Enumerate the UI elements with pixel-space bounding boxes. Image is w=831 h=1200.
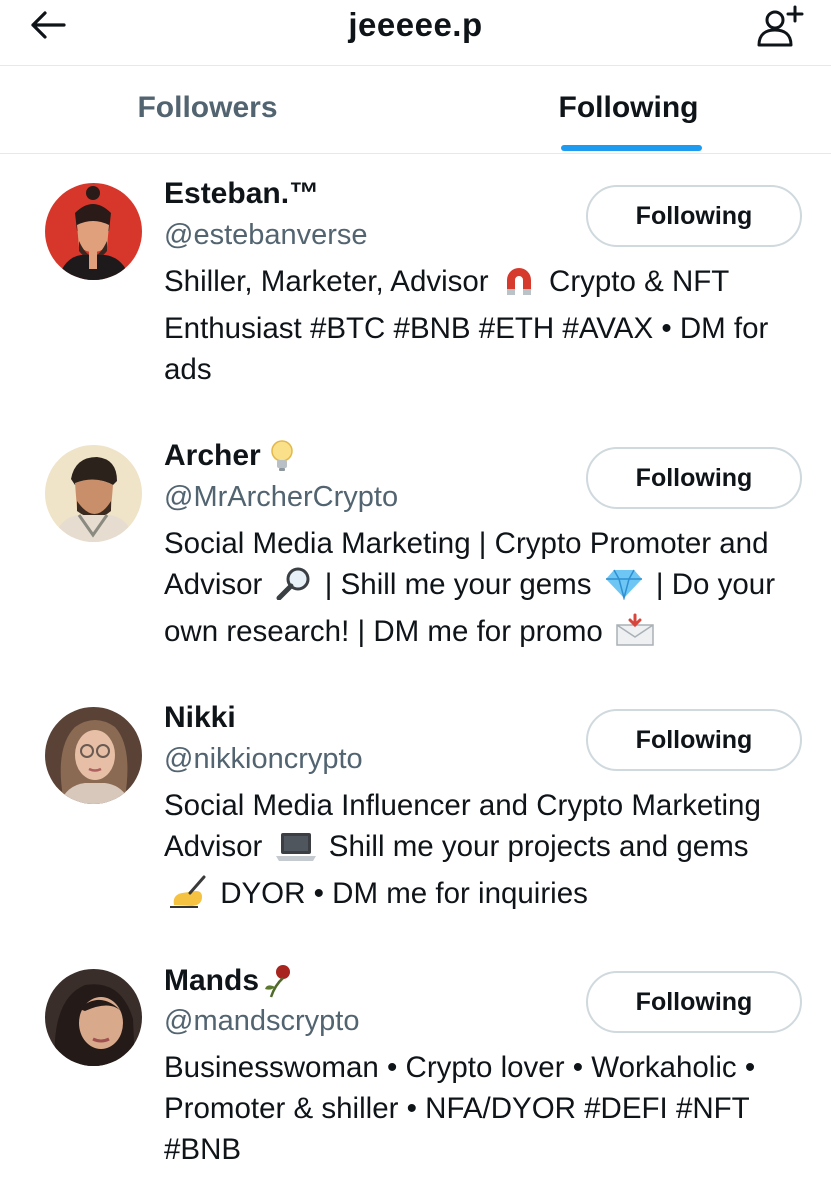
add-user-icon <box>757 5 804 47</box>
envelope-icon <box>615 613 655 658</box>
user-bio: Businesswoman • Crypto lover • Workaholi… <box>164 1047 804 1170</box>
tab-following[interactable]: Following <box>421 66 831 153</box>
user-name: Archer <box>164 439 261 472</box>
bio-text: Shiller, Marketer, Advisor <box>164 265 497 298</box>
avatar[interactable] <box>45 707 142 804</box>
user-name-row: Archer <box>164 439 295 473</box>
tab-following-label: Following <box>558 90 699 124</box>
laptop-icon <box>275 830 317 873</box>
avatar[interactable] <box>45 445 142 542</box>
following-button[interactable]: Following <box>586 971 802 1033</box>
user-handle[interactable]: @estebanverse <box>164 219 368 252</box>
user-name: Esteban.™ <box>164 177 320 210</box>
wilted-rose-icon <box>261 963 295 999</box>
user-name-row: Mands <box>164 963 295 999</box>
top-bar: jeeeee.p <box>0 0 831 66</box>
user-handle[interactable]: @MrArcherCrypto <box>164 481 398 514</box>
user-name: Mands <box>164 964 260 997</box>
bio-text: DYOR • DM me for inquiries <box>212 877 588 910</box>
avatar[interactable] <box>45 183 142 280</box>
bio-text: Businesswoman • Crypto lover • Workaholi… <box>164 1051 756 1166</box>
tab-followers-label: Followers <box>137 90 278 124</box>
bio-text: Shill me your projects and gems <box>320 830 749 863</box>
user-name: Nikki <box>164 701 236 734</box>
add-user-button[interactable] <box>751 0 813 50</box>
following-button[interactable]: Following <box>586 447 802 509</box>
magnifier-icon <box>275 566 313 611</box>
following-button[interactable]: Following <box>586 709 802 771</box>
writing-hand-icon <box>168 875 208 920</box>
lightbulb-icon <box>269 439 295 473</box>
user-name-row: Nikki <box>164 701 276 735</box>
user-handle[interactable]: @mandscrypto <box>164 1005 359 1038</box>
tab-followers[interactable]: Followers <box>0 66 415 153</box>
crescent-moon-icon <box>244 701 276 735</box>
bio-text: | Shill me your gems <box>316 568 600 601</box>
user-bio: Shiller, Marketer, Advisor Crypto & NFT … <box>164 261 804 390</box>
user-name-row: Esteban.™ <box>164 177 319 211</box>
user-handle[interactable]: @nikkioncrypto <box>164 743 363 776</box>
page-title: jeeeee.p <box>348 6 483 43</box>
user-bio: Social Media Influencer and Crypto Marke… <box>164 785 804 920</box>
tab-bar: Followers Following <box>0 66 831 154</box>
magnet-icon <box>501 265 537 308</box>
avatar[interactable] <box>45 969 142 1066</box>
user-bio: Social Media Marketing | Crypto Promoter… <box>164 523 804 658</box>
gem-icon <box>604 568 644 611</box>
active-tab-indicator <box>561 145 702 151</box>
following-button[interactable]: Following <box>586 185 802 247</box>
